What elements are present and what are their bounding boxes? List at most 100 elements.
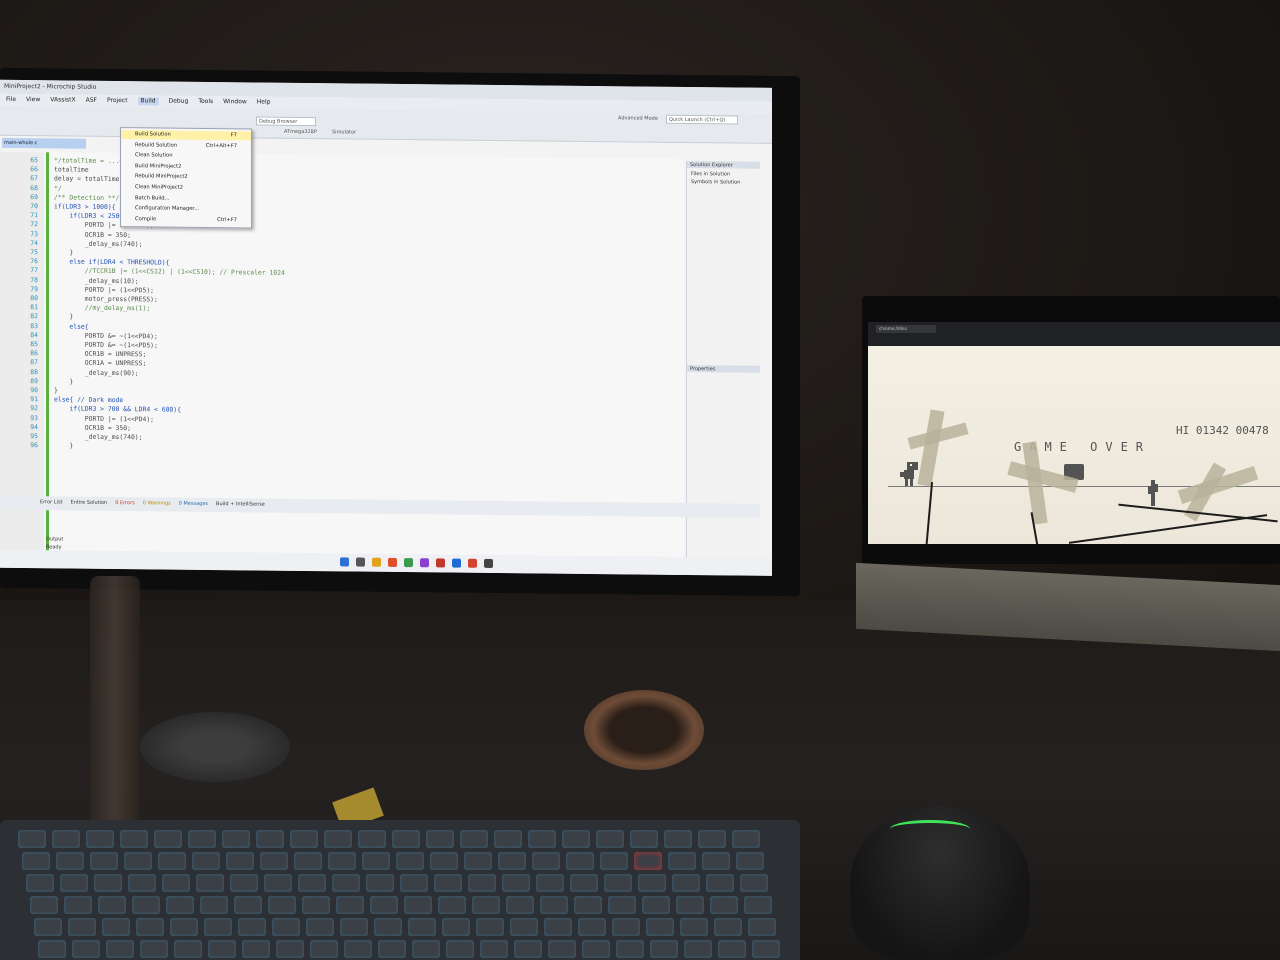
- code-line[interactable]: 89 }: [0, 377, 73, 387]
- build-filter-dropdown[interactable]: Build + IntelliSense: [216, 501, 265, 510]
- menu-help[interactable]: Help: [257, 99, 271, 107]
- keyboard-key[interactable]: [310, 940, 338, 958]
- keyboard-key[interactable]: [630, 830, 658, 848]
- keyboard-key[interactable]: [392, 830, 420, 848]
- keyboard-key[interactable]: [60, 874, 88, 892]
- tool-label[interactable]: Simulator: [330, 128, 364, 137]
- keyboard-key[interactable]: [472, 896, 500, 914]
- keyboard-key[interactable]: [502, 874, 530, 892]
- start-icon[interactable]: [340, 557, 349, 567]
- keyboard-key[interactable]: [328, 852, 356, 870]
- keyboard-key[interactable]: [302, 896, 330, 914]
- messages-filter-button[interactable]: 0 Messages: [179, 501, 208, 509]
- keyboard-key[interactable]: [174, 940, 202, 958]
- keyboard-key[interactable]: [124, 852, 152, 870]
- keyboard-key[interactable]: [294, 852, 322, 870]
- keyboard-key[interactable]: [698, 830, 726, 848]
- keyboard-key[interactable]: [460, 830, 488, 848]
- keyboard-key[interactable]: [646, 918, 674, 936]
- keyboard-key[interactable]: [170, 918, 198, 936]
- keyboard-key[interactable]: [268, 896, 296, 914]
- keyboard-key[interactable]: [430, 852, 458, 870]
- menu-view[interactable]: View: [26, 96, 40, 104]
- keyboard-key[interactable]: [56, 852, 84, 870]
- keyboard-key[interactable]: [358, 830, 386, 848]
- keyboard-key[interactable]: [272, 918, 300, 936]
- keyboard-key[interactable]: [158, 852, 186, 870]
- code-line[interactable]: 90}: [0, 386, 58, 396]
- keyboard-key[interactable]: [400, 874, 428, 892]
- keyboard-key[interactable]: [344, 940, 372, 958]
- files-icon[interactable]: [372, 557, 381, 567]
- code-line[interactable]: 82 }: [0, 312, 73, 322]
- code-line[interactable]: 68 */: [0, 183, 61, 193]
- keyboard-key[interactable]: [600, 852, 628, 870]
- menu-asf[interactable]: ASF: [86, 97, 97, 105]
- build-menu-item[interactable]: Configuration Manager...: [121, 204, 251, 214]
- keyboard-key[interactable]: [64, 896, 92, 914]
- studio-icon[interactable]: [420, 558, 429, 568]
- keyboard-key[interactable]: [132, 896, 160, 914]
- keyboard-key[interactable]: [230, 874, 258, 892]
- keyboard-key[interactable]: [238, 918, 266, 936]
- keyboard-key[interactable]: [438, 896, 466, 914]
- keyboard-key[interactable]: [276, 940, 304, 958]
- keyboard-key[interactable]: [736, 852, 764, 870]
- side-item-files[interactable]: Files in Solution: [691, 171, 730, 177]
- keyboard-key[interactable]: [494, 830, 522, 848]
- keyboard-key[interactable]: [306, 918, 334, 936]
- keyboard-key[interactable]: [748, 918, 776, 936]
- terminal-icon[interactable]: [484, 558, 493, 568]
- keyboard-key[interactable]: [464, 852, 492, 870]
- keyboard-key[interactable]: [162, 874, 190, 892]
- keyboard-key[interactable]: [102, 918, 130, 936]
- keyboard-key[interactable]: [446, 940, 474, 958]
- keyboard-key[interactable]: [264, 874, 292, 892]
- keyboard-key[interactable]: [52, 830, 80, 848]
- keyboard-key[interactable]: [374, 918, 402, 936]
- keyboard-key[interactable]: [38, 940, 66, 958]
- keyboard-key[interactable]: [136, 918, 164, 936]
- menu-build[interactable]: Build: [137, 97, 159, 106]
- side-item-symbols[interactable]: Symbols in Solution: [691, 179, 740, 186]
- keyboard-key[interactable]: [714, 918, 742, 936]
- keyboard-key[interactable]: [26, 874, 54, 892]
- keyboard-key[interactable]: [340, 918, 368, 936]
- keyboard-key[interactable]: [528, 830, 556, 848]
- keyboard-key[interactable]: [498, 852, 526, 870]
- keyboard-key[interactable]: [616, 940, 644, 958]
- keyboard-key[interactable]: [188, 830, 216, 848]
- keyboard-key[interactable]: [242, 940, 270, 958]
- keyboard-key[interactable]: [200, 896, 228, 914]
- menu-project[interactable]: Project: [107, 97, 128, 105]
- keyboard-key[interactable]: [412, 940, 440, 958]
- keyboard-key[interactable]: [548, 940, 576, 958]
- keyboard-key[interactable]: [638, 874, 666, 892]
- keyboard-key[interactable]: [404, 896, 432, 914]
- keyboard-key[interactable]: [94, 874, 122, 892]
- menu-debug[interactable]: Debug: [169, 98, 189, 106]
- keyboard-key[interactable]: [608, 896, 636, 914]
- build-menu-item[interactable]: Clean MiniProject2: [121, 183, 251, 193]
- error-scope-dropdown[interactable]: Entire Solution: [71, 500, 108, 508]
- errors-filter-button[interactable]: 0 Errors: [115, 500, 135, 508]
- code-line[interactable]: 75 }: [0, 248, 73, 258]
- keyboard-key[interactable]: [476, 918, 504, 936]
- keyboard-key[interactable]: [366, 874, 394, 892]
- keyboard-key[interactable]: [718, 940, 746, 958]
- keyboard-key[interactable]: [562, 830, 590, 848]
- device-label[interactable]: ATmega328P: [282, 128, 324, 137]
- app-icon[interactable]: [436, 558, 445, 568]
- editor-tab-main[interactable]: main-whole.c: [2, 137, 86, 149]
- menu-vassistx[interactable]: VAssistX: [50, 96, 75, 104]
- keyboard-key[interactable]: [256, 830, 284, 848]
- keyboard-key[interactable]: [442, 918, 470, 936]
- keyboard-key[interactable]: [106, 940, 134, 958]
- keyboard-key[interactable]: [72, 940, 100, 958]
- keyboard-key[interactable]: [668, 852, 696, 870]
- keyboard-key[interactable]: [702, 852, 730, 870]
- media-icon[interactable]: [468, 558, 477, 568]
- debug-config-dropdown[interactable]: Debug Browser: [256, 116, 316, 127]
- keyboard-key[interactable]: [544, 918, 572, 936]
- keyboard-key[interactable]: [426, 830, 454, 848]
